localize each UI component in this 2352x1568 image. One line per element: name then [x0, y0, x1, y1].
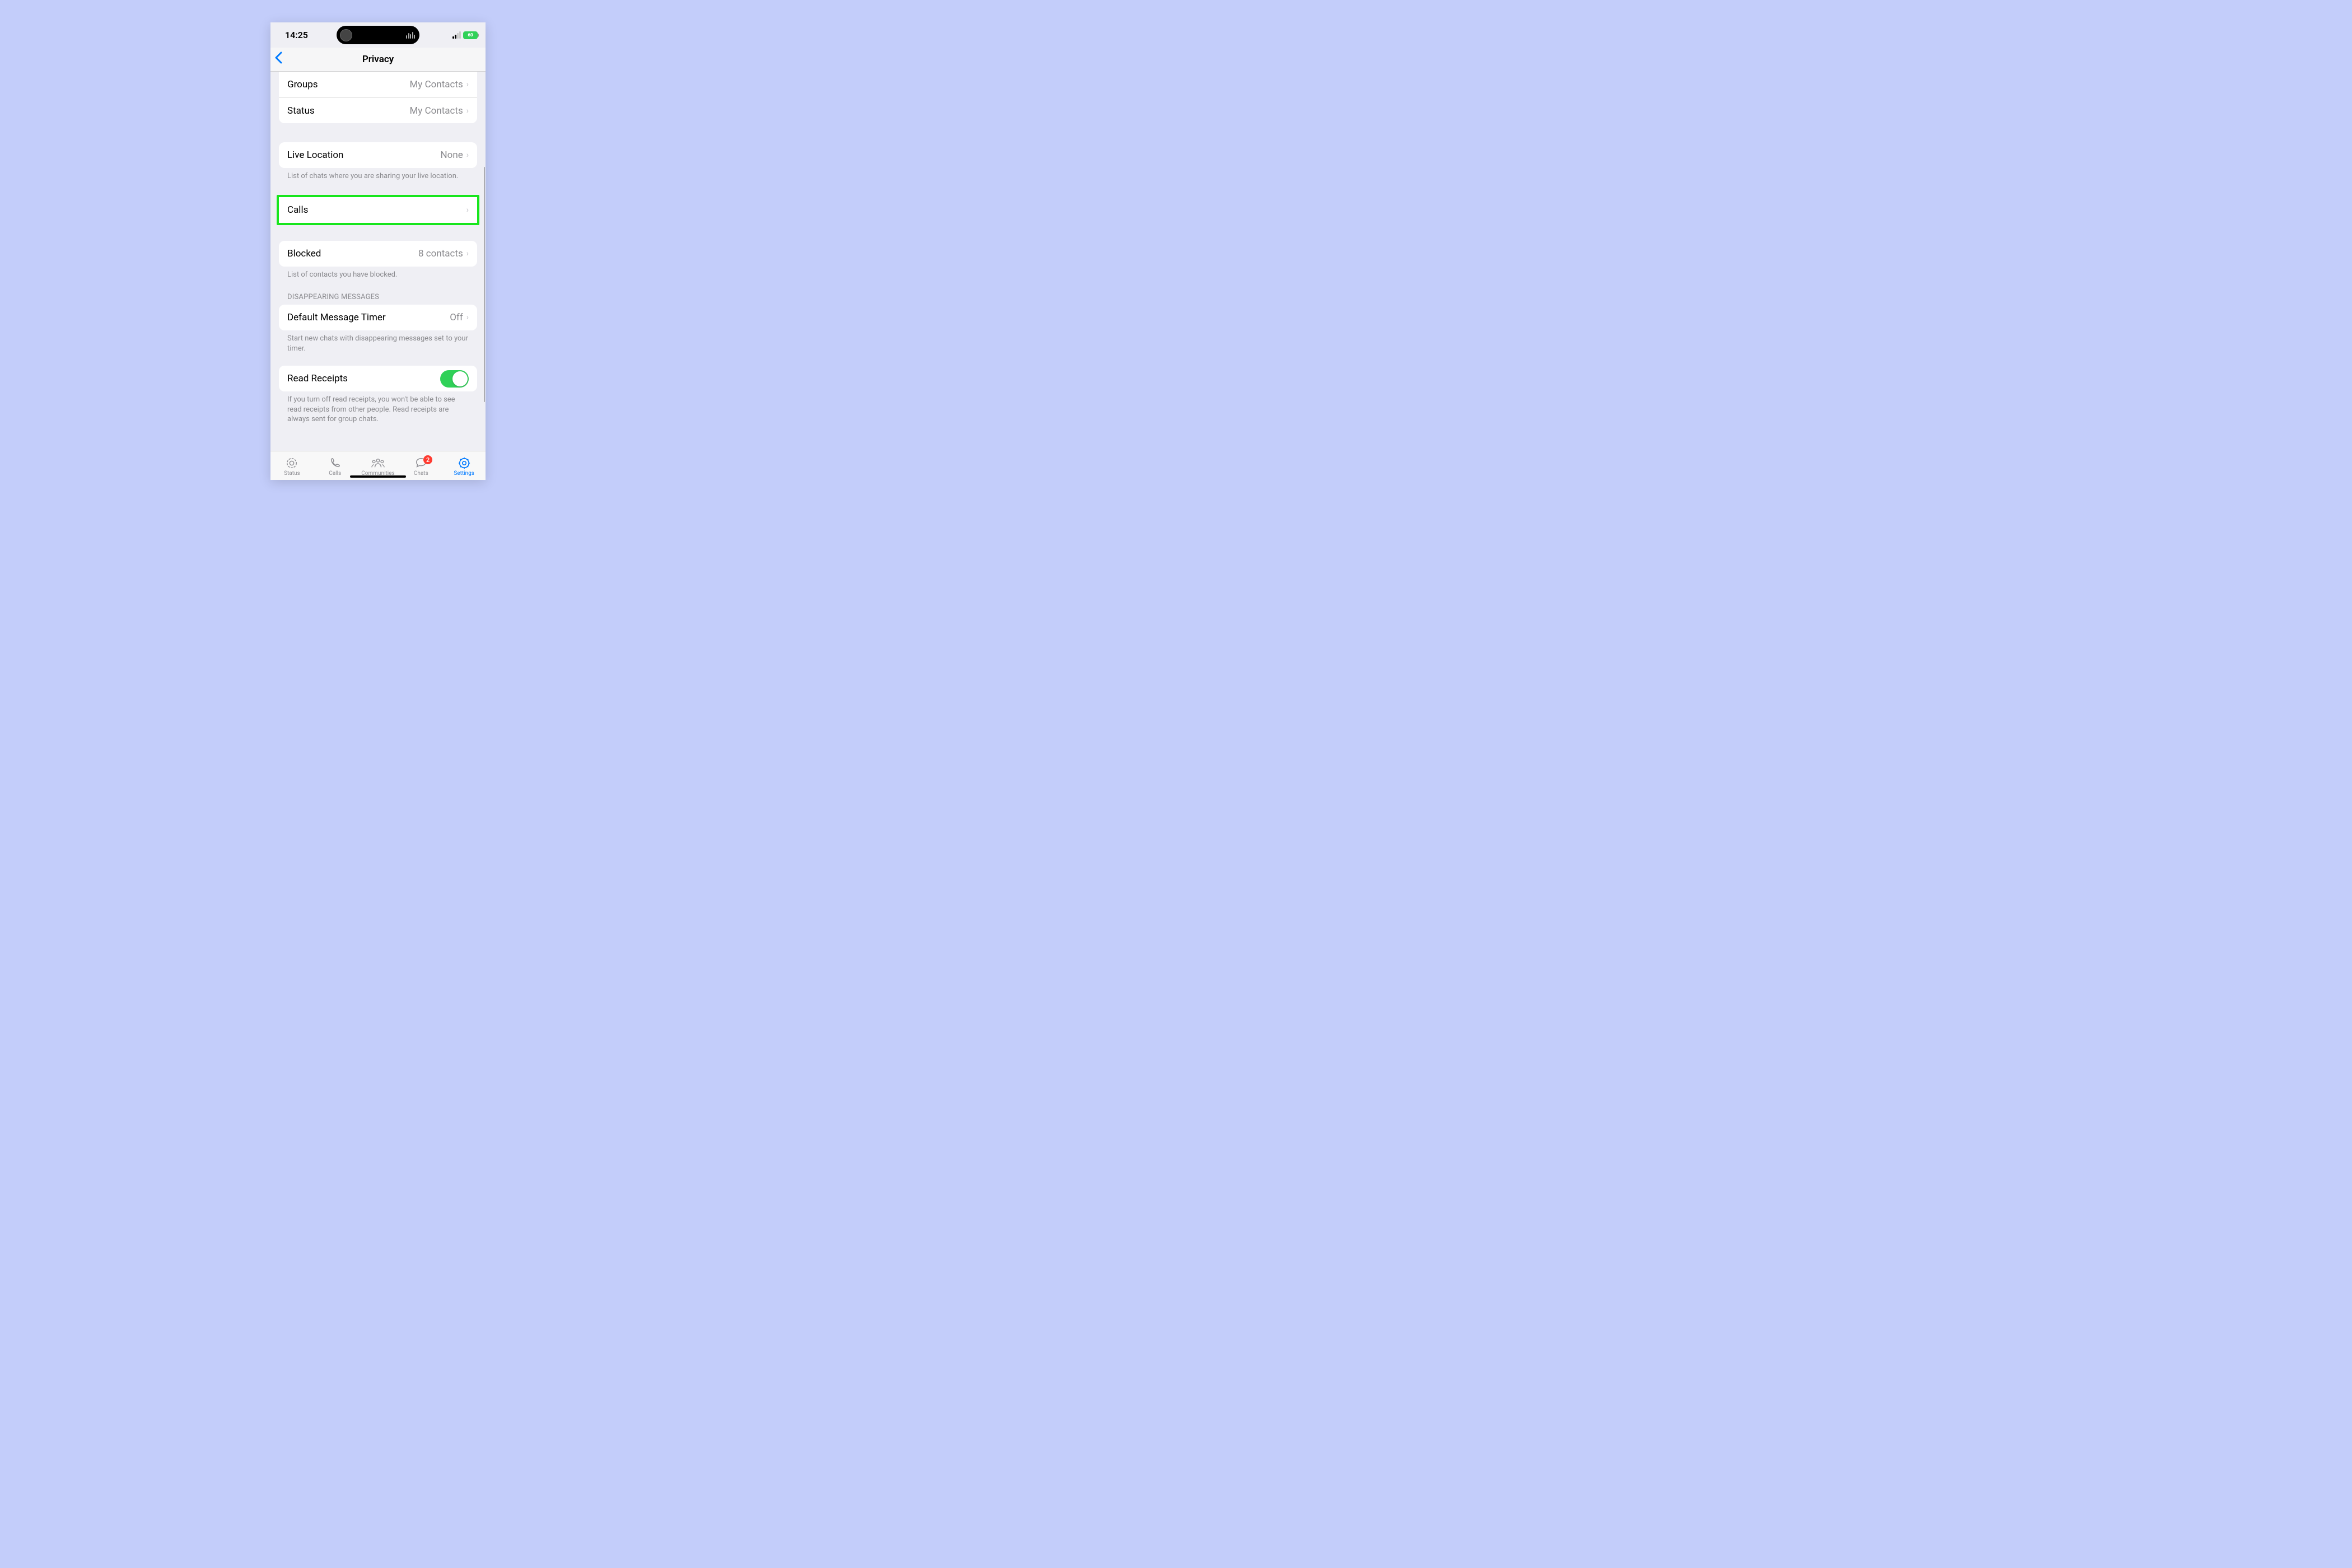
row-read-receipts: Read Receipts [279, 366, 477, 391]
footer-live-location: List of chats where you are sharing your… [270, 168, 486, 181]
privacy-group-blocked: Blocked 8 contacts › [279, 241, 477, 267]
chats-badge: 2 [423, 455, 432, 464]
cellular-signal-icon [452, 31, 461, 39]
privacy-group-visibility: Groups My Contacts › Status My Contacts … [279, 72, 477, 123]
status-right: 60 [452, 31, 478, 39]
tab-calls[interactable]: Calls [314, 457, 357, 477]
page-title: Privacy [362, 54, 394, 65]
row-label: Live Location [287, 150, 441, 161]
row-value: Off [450, 312, 463, 323]
scrollbar[interactable] [484, 167, 486, 402]
row-label: Blocked [287, 248, 418, 259]
footer-default-timer: Start new chats with disappearing messag… [270, 330, 486, 353]
row-label: Calls [287, 204, 466, 216]
gear-icon [458, 457, 470, 469]
footer-read-receipts: If you turn off read receipts, you won't… [270, 391, 486, 424]
nav-bar: Privacy [270, 48, 486, 72]
chevron-right-icon: › [466, 80, 469, 89]
row-value: 8 contacts [418, 248, 463, 259]
status-bar: 14:25 60 [270, 22, 486, 48]
row-default-message-timer[interactable]: Default Message Timer Off › [279, 305, 477, 330]
row-calls[interactable]: Calls › [279, 197, 477, 223]
tab-label: Chats [414, 470, 428, 477]
privacy-group-live-location: Live Location None › [279, 142, 477, 168]
row-value: My Contacts [409, 105, 463, 116]
communities-icon [371, 457, 385, 469]
row-label: Read Receipts [287, 373, 440, 384]
battery-icon: 60 [463, 31, 478, 39]
tab-label: Settings [454, 470, 474, 477]
row-blocked[interactable]: Blocked 8 contacts › [279, 241, 477, 267]
tab-chats[interactable]: 2 Chats [399, 457, 442, 477]
now-playing-artwork-icon [340, 29, 352, 41]
tab-settings[interactable]: Settings [442, 457, 486, 477]
tab-label: Status [284, 470, 300, 477]
tab-status[interactable]: Status [270, 457, 314, 477]
phone-screen: 14:25 60 Priva [270, 22, 486, 480]
row-label: Default Message Timer [287, 312, 450, 323]
privacy-group-read-receipts: Read Receipts [279, 366, 477, 391]
chevron-right-icon: › [466, 151, 469, 160]
status-icon [286, 457, 298, 469]
dynamic-island[interactable] [337, 26, 419, 44]
row-groups[interactable]: Groups My Contacts › [279, 72, 477, 97]
footer-blocked: List of contacts you have blocked. [270, 267, 486, 280]
tab-label: Calls [329, 470, 341, 477]
annotation-highlight-calls: Calls › [277, 195, 479, 225]
row-live-location[interactable]: Live Location None › [279, 142, 477, 168]
section-header-disappearing: Disappearing Messages [270, 293, 486, 305]
row-label: Status [287, 105, 409, 116]
privacy-group-disappearing: Default Message Timer Off › [279, 305, 477, 330]
row-value: My Contacts [409, 79, 463, 90]
row-label: Groups [287, 79, 409, 90]
phone-icon [329, 457, 341, 469]
tab-communities[interactable]: Communities [357, 457, 400, 477]
chevron-right-icon: › [466, 249, 469, 258]
audio-waveform-icon [406, 32, 415, 39]
settings-content[interactable]: Groups My Contacts › Status My Contacts … [270, 72, 486, 451]
chevron-right-icon: › [466, 106, 469, 115]
read-receipts-toggle[interactable] [440, 370, 469, 388]
row-value: None [441, 150, 463, 161]
home-indicator[interactable] [350, 475, 406, 478]
back-button[interactable] [275, 52, 282, 67]
chevron-right-icon: › [466, 206, 469, 214]
chevron-right-icon: › [466, 313, 469, 322]
row-status[interactable]: Status My Contacts › [279, 97, 477, 123]
status-time: 14:25 [285, 30, 308, 40]
